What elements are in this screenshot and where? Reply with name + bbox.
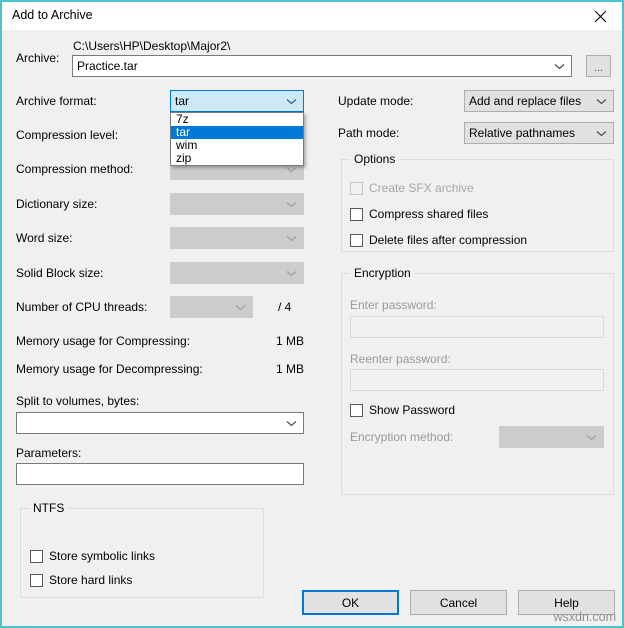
solid-block-size-label: Solid Block size: <box>16 266 103 280</box>
archive-filename-combo[interactable]: Practice.tar <box>72 55 572 77</box>
archive-format-dropdown-list[interactable]: 7z tar wim zip <box>170 112 304 166</box>
compression-level-label: Compression level: <box>16 128 118 142</box>
reenter-password-label: Reenter password: <box>350 352 451 366</box>
checkbox-label: Store symbolic links <box>49 549 155 563</box>
split-volumes-label: Split to volumes, bytes: <box>16 394 139 408</box>
checkbox-delete-files-after-compression[interactable]: Delete files after compression <box>350 233 527 247</box>
checkbox-box <box>350 234 363 247</box>
memory-decompressing-value: 1 MB <box>276 362 304 376</box>
chevron-down-icon <box>596 123 607 143</box>
checkbox-box <box>30 574 43 587</box>
encryption-method-label: Encryption method: <box>350 430 453 444</box>
update-mode-value: Add and replace files <box>469 94 581 108</box>
chevron-down-icon <box>286 413 297 433</box>
checkbox-label: Store hard links <box>49 573 132 587</box>
archive-label: Archive: <box>16 51 59 65</box>
checkbox-label: Delete files after compression <box>369 233 527 247</box>
checkbox-box <box>350 182 363 195</box>
enter-password-input[interactable] <box>350 316 604 338</box>
checkbox-label: Compress shared files <box>369 207 488 221</box>
enter-password-label: Enter password: <box>350 298 437 312</box>
title-bar: Add to Archive <box>2 2 622 30</box>
checkbox-show-password[interactable]: Show Password <box>350 403 455 417</box>
parameters-label: Parameters: <box>16 446 81 460</box>
chevron-down-icon <box>235 297 246 317</box>
checkbox-box <box>350 208 363 221</box>
update-mode-combo[interactable]: Add and replace files <box>464 90 614 112</box>
cpu-threads-label: Number of CPU threads: <box>16 300 147 314</box>
path-mode-label: Path mode: <box>338 126 399 140</box>
memory-decompressing-label: Memory usage for Decompressing: <box>16 362 203 376</box>
dropdown-option-0[interactable]: 7z <box>171 113 303 126</box>
dialog-body: Archive: C:\Users\HP\Desktop\Major2\ Pra… <box>2 30 622 626</box>
chevron-down-icon <box>286 228 297 248</box>
checkbox-compress-shared-files[interactable]: Compress shared files <box>350 207 488 221</box>
checkbox-box <box>350 404 363 417</box>
reenter-password-input[interactable] <box>350 369 604 391</box>
checkbox-store-hard-links[interactable]: Store hard links <box>30 573 132 587</box>
add-to-archive-dialog: Add to Archive Archive: C:\Users\HP\Desk… <box>0 0 624 628</box>
path-mode-combo[interactable]: Relative pathnames <box>464 122 614 144</box>
archive-path-text: C:\Users\HP\Desktop\Major2\ <box>73 39 230 53</box>
checkbox-label: Create SFX archive <box>369 181 474 195</box>
dropdown-option-2[interactable]: wim <box>171 139 303 152</box>
chevron-down-icon <box>286 91 297 111</box>
chevron-down-icon <box>554 56 565 76</box>
update-mode-label: Update mode: <box>338 94 413 108</box>
options-group-title: Options <box>350 152 399 166</box>
ntfs-group-title: NTFS <box>29 501 68 515</box>
encryption-group-title: Encryption <box>350 266 415 280</box>
chevron-down-icon <box>596 91 607 111</box>
cancel-button[interactable]: Cancel <box>410 590 507 615</box>
cpu-threads-suffix: / 4 <box>278 300 291 314</box>
word-size-combo[interactable] <box>170 227 304 249</box>
dictionary-size-label: Dictionary size: <box>16 197 97 211</box>
chevron-down-icon <box>286 263 297 283</box>
checkbox-create-sfx-archive[interactable]: Create SFX archive <box>350 181 474 195</box>
memory-compressing-label: Memory usage for Compressing: <box>16 334 190 348</box>
watermark: wsxdn.com <box>553 610 616 624</box>
split-volumes-combo[interactable] <box>16 412 304 434</box>
dictionary-size-combo[interactable] <box>170 193 304 215</box>
checkbox-label: Show Password <box>369 403 455 417</box>
archive-format-combo[interactable]: tar <box>170 90 304 112</box>
archive-filename-value: Practice.tar <box>77 59 138 73</box>
cpu-threads-combo[interactable] <box>170 296 253 318</box>
solid-block-size-combo[interactable] <box>170 262 304 284</box>
chevron-down-icon <box>586 427 597 447</box>
dropdown-option-3[interactable]: zip <box>171 152 303 165</box>
archive-format-label: Archive format: <box>16 94 97 108</box>
parameters-input[interactable] <box>16 463 304 485</box>
chevron-down-icon <box>286 194 297 214</box>
memory-compressing-value: 1 MB <box>276 334 304 348</box>
close-icon[interactable] <box>578 2 622 30</box>
checkbox-store-symbolic-links[interactable]: Store symbolic links <box>30 549 155 563</box>
path-mode-value: Relative pathnames <box>469 126 575 140</box>
compression-method-label: Compression method: <box>16 162 133 176</box>
word-size-label: Word size: <box>16 231 72 245</box>
archive-format-value: tar <box>175 94 189 108</box>
browse-button[interactable]: ... <box>586 55 611 77</box>
ok-button[interactable]: OK <box>302 590 399 615</box>
encryption-method-combo[interactable] <box>499 426 604 448</box>
checkbox-box <box>30 550 43 563</box>
window-title: Add to Archive <box>12 8 93 22</box>
dropdown-option-1[interactable]: tar <box>171 126 303 139</box>
